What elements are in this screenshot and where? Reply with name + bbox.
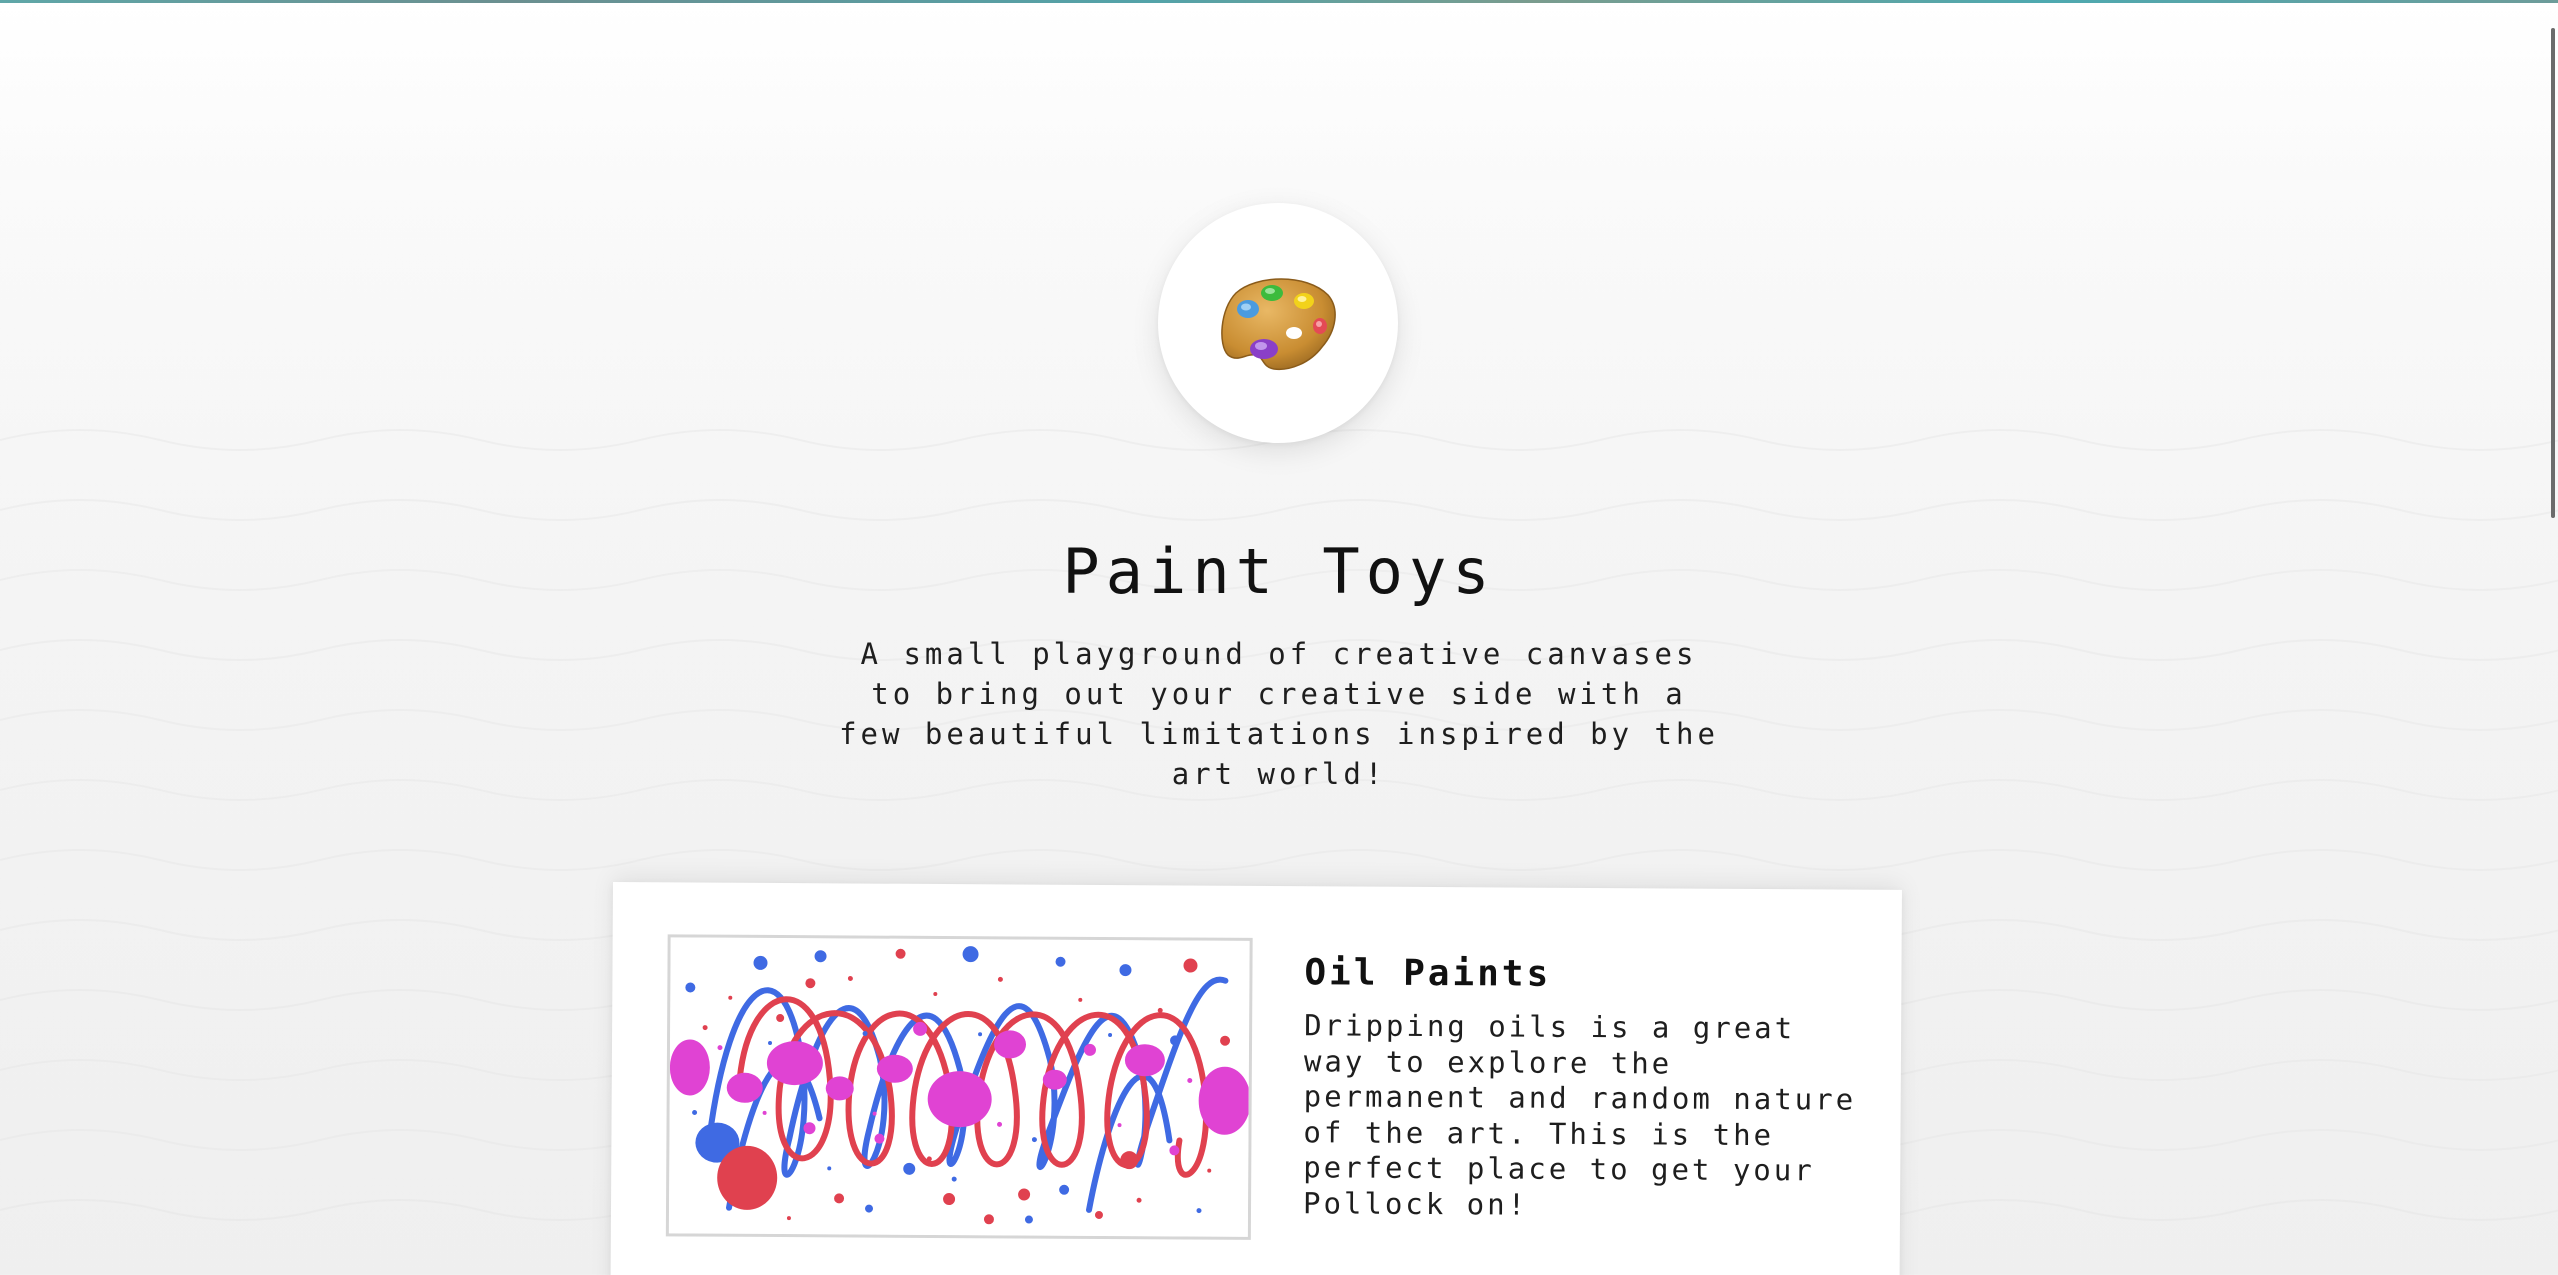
artist-palette-icon — [1221, 278, 1336, 371]
page-scrollbar[interactable] — [2544, 0, 2558, 1275]
toy-card-oil-paints[interactable]: Oil Paints Dripping oils is a great way … — [610, 882, 1902, 1275]
oil-paints-preview-image — [665, 934, 1253, 1240]
scrollbar-thumb[interactable] — [2551, 28, 2555, 518]
page-subtitle: A small playground of creative canvases … — [839, 637, 1719, 791]
top-accent-stripe — [0, 0, 2558, 3]
card-description: Dripping oils is a great way to explore … — [1302, 1008, 1857, 1222]
logo-badge[interactable] — [1158, 203, 1398, 443]
card-title[interactable]: Oil Paints — [1304, 952, 1551, 995]
page-title: Paint Toys — [1062, 535, 1496, 608]
paint-splatter-preview — [668, 937, 1251, 1237]
